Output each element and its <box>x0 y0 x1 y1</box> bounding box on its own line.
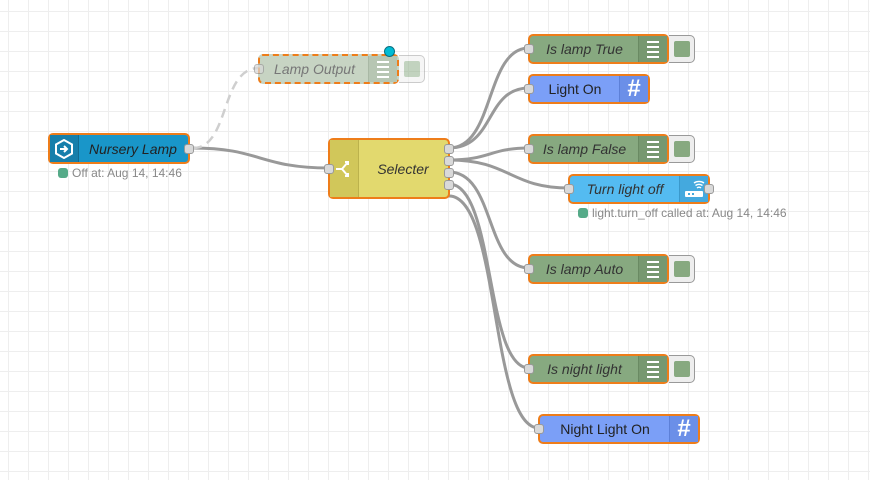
is-lamp-false-label: Is lamp False <box>542 141 627 157</box>
light-on-node[interactable]: Light On # <box>524 74 650 104</box>
turn-light-off-status-text: light.turn_off called at: Aug 14, 14:46 <box>592 206 787 220</box>
output-port-2[interactable] <box>444 156 454 166</box>
flow-wires <box>191 46 571 430</box>
lamp-output-toggle-button[interactable] <box>399 55 425 83</box>
wire-sel-to-turn-light-off <box>447 158 571 190</box>
wire-sel-to-is-lamp-false <box>447 146 531 162</box>
is-lamp-false-toggle-button[interactable] <box>669 135 695 163</box>
light-on-label: Light On <box>548 81 602 97</box>
night-light-on-node[interactable]: Night Light On # <box>534 414 700 444</box>
turn-light-off-label: Turn light off <box>586 181 664 197</box>
nursery-lamp-label: Nursery Lamp <box>89 140 177 157</box>
hash-icon: # <box>669 415 698 442</box>
is-night-light-node[interactable]: Is night light <box>524 354 669 384</box>
is-lamp-true-node[interactable]: Is lamp True <box>524 34 669 64</box>
nursery-lamp-node[interactable]: Nursery Lamp <box>48 133 194 164</box>
list-icon <box>638 356 667 382</box>
input-port[interactable] <box>524 84 534 94</box>
status-dot-icon <box>58 168 68 178</box>
output-port[interactable] <box>184 144 194 154</box>
is-lamp-false-node[interactable]: Is lamp False <box>524 134 669 164</box>
is-lamp-auto-toggle-button[interactable] <box>669 255 695 283</box>
list-icon <box>638 256 667 282</box>
input-port[interactable] <box>324 164 334 174</box>
lamp-output-node[interactable]: Lamp Output <box>254 46 399 84</box>
is-lamp-true-toggle-button[interactable] <box>669 35 695 63</box>
list-icon <box>638 36 667 62</box>
lamp-output-label: Lamp Output <box>274 61 355 77</box>
selecter-node[interactable]: Selecter <box>324 138 454 199</box>
night-light-on-label: Night Light On <box>560 421 650 437</box>
output-port-1[interactable] <box>444 144 454 154</box>
list-icon <box>368 56 397 82</box>
is-night-light-toggle-button[interactable] <box>669 355 695 383</box>
input-port[interactable] <box>254 64 264 74</box>
turn-light-off-status: light.turn_off called at: Aug 14, 14:46 <box>578 206 787 220</box>
input-port[interactable] <box>524 364 534 374</box>
arrow-in-icon <box>50 135 79 162</box>
nursery-lamp-status-text: Off at: Aug 14, 14:46 <box>72 166 182 180</box>
output-port-3[interactable] <box>444 168 454 178</box>
input-port[interactable] <box>524 264 534 274</box>
input-port[interactable] <box>564 184 574 194</box>
nursery-lamp-status: Off at: Aug 14, 14:46 <box>58 166 182 180</box>
wire-lamp-to-selecter <box>191 146 331 170</box>
input-port[interactable] <box>524 44 534 54</box>
status-dot-icon <box>578 208 588 218</box>
input-port[interactable] <box>524 144 534 154</box>
switch-icon <box>330 140 359 197</box>
is-lamp-auto-label: Is lamp Auto <box>545 261 624 277</box>
input-port[interactable] <box>534 424 544 434</box>
changed-indicator-icon <box>384 46 395 57</box>
hash-icon: # <box>619 75 648 102</box>
is-night-light-label: Is night light <box>547 361 622 377</box>
selecter-label: Selecter <box>377 160 429 177</box>
wire-sel-to-is-lamp-auto <box>447 170 531 270</box>
wire-sel-to-is-lamp-true <box>447 46 531 150</box>
output-port-4[interactable] <box>444 180 454 190</box>
is-lamp-auto-node[interactable]: Is lamp Auto <box>524 254 669 284</box>
output-port[interactable] <box>704 184 714 194</box>
wire-lamp-to-lamp-output <box>192 66 260 150</box>
turn-light-off-node[interactable]: Turn light off <box>564 174 714 204</box>
is-lamp-true-label: Is lamp True <box>546 41 623 57</box>
list-icon <box>638 136 667 162</box>
